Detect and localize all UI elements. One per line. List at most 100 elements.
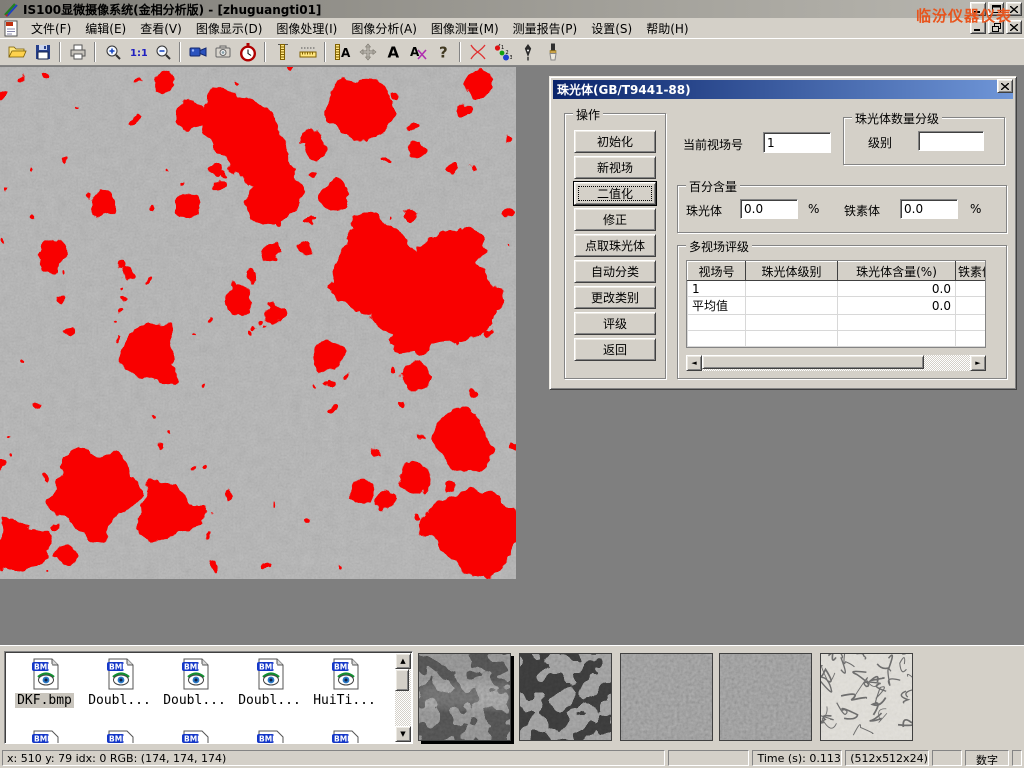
close-button[interactable] xyxy=(1006,2,1022,16)
menu-edit[interactable]: 编辑(E) xyxy=(78,18,133,39)
thumbnail-2[interactable] xyxy=(519,653,612,741)
file-item-dkf[interactable]: BMP DKF.bmp xyxy=(7,658,82,708)
scroll-left-button[interactable]: ◄ xyxy=(686,355,702,371)
micrograph-image[interactable] xyxy=(0,67,516,579)
thumbnail-1[interactable] xyxy=(418,653,511,741)
initialize-button[interactable]: 初始化 xyxy=(574,130,656,153)
file-item-doubl2[interactable]: BMP Doubl... xyxy=(157,658,232,708)
minimize-button[interactable] xyxy=(970,2,986,16)
menu-image-measure[interactable]: 图像测量(M) xyxy=(424,18,506,39)
timer-button[interactable] xyxy=(235,40,260,64)
save-icon xyxy=(34,43,52,61)
svg-text:1:1: 1:1 xyxy=(130,48,147,59)
help-button[interactable]: ? xyxy=(430,40,455,64)
scroll-down-button[interactable]: ▼ xyxy=(395,726,411,742)
file-list-scrollbar[interactable]: ▲ ▼ xyxy=(395,653,411,742)
zoom-in-button[interactable] xyxy=(100,40,125,64)
move-tool-button[interactable] xyxy=(355,40,380,64)
marker-pins-button[interactable]: 123 xyxy=(490,40,515,64)
file-item-doubl3[interactable]: BMP Doubl... xyxy=(232,658,307,708)
scroll-up-button[interactable]: ▲ xyxy=(395,653,411,669)
thumbnail-4[interactable] xyxy=(719,653,812,741)
snapshot-button[interactable] xyxy=(210,40,235,64)
auto-classify-button[interactable]: 自动分类 xyxy=(574,260,656,283)
menu-view[interactable]: 查看(V) xyxy=(133,18,189,39)
pearlite-percent-input[interactable] xyxy=(740,199,798,219)
file-name[interactable]: Doubl... xyxy=(236,693,303,708)
current-field-input[interactable] xyxy=(763,132,831,153)
menu-settings[interactable]: 设置(S) xyxy=(584,18,639,39)
ferrite-percent-input[interactable] xyxy=(900,199,958,219)
curve-tool-button[interactable] xyxy=(465,40,490,64)
scrollbar-thumb[interactable] xyxy=(702,355,924,369)
menu-measure-report[interactable]: 测量报告(P) xyxy=(506,18,585,39)
file-name[interactable]: HuiTi... xyxy=(311,693,378,708)
mdi-restore-button[interactable] xyxy=(988,20,1004,34)
actual-size-button[interactable]: 1:1 xyxy=(125,40,150,64)
scroll-right-button[interactable]: ► xyxy=(970,355,986,371)
file-item[interactable]: BMP xyxy=(7,730,82,744)
line-measure-button[interactable] xyxy=(295,40,320,64)
file-item[interactable]: BMP xyxy=(82,730,157,744)
dialog-title-bar[interactable]: 珠光体(GB/T9441-88) xyxy=(553,80,1013,99)
correct-button[interactable]: 修正 xyxy=(574,208,656,231)
print-button[interactable] xyxy=(65,40,90,64)
table-row[interactable]: 1 0.0 xyxy=(688,281,987,297)
file-item[interactable]: BMP xyxy=(307,730,382,744)
thumbnail-5[interactable] xyxy=(820,653,913,741)
mdi-minimize-button[interactable] xyxy=(970,20,986,34)
table-horizontal-scrollbar[interactable]: ◄ ► xyxy=(686,355,986,371)
file-browser[interactable]: BMP DKF.bmp BMP Doubl... BMP Doubl... BM… xyxy=(4,651,413,744)
file-item[interactable]: BMP xyxy=(157,730,232,744)
save-button[interactable] xyxy=(30,40,55,64)
zoom-in-icon xyxy=(104,43,122,61)
delete-text-button[interactable]: A xyxy=(405,40,430,64)
caliper-measure-button[interactable] xyxy=(270,40,295,64)
move-cross-icon xyxy=(359,43,377,61)
brush-tool-button[interactable] xyxy=(540,40,565,64)
pick-pearlite-button[interactable]: 点取珠光体 xyxy=(574,234,656,257)
video-capture-button[interactable] xyxy=(185,40,210,64)
file-name[interactable]: Doubl... xyxy=(86,693,153,708)
text-tool-button[interactable]: A xyxy=(380,40,405,64)
return-button[interactable]: 返回 xyxy=(574,338,656,361)
file-item-doubl1[interactable]: BMP Doubl... xyxy=(82,658,157,708)
file-item[interactable]: BMP xyxy=(232,730,307,744)
pen-tool-button[interactable] xyxy=(515,40,540,64)
scrollbar-thumb[interactable] xyxy=(395,669,409,691)
minimize-icon xyxy=(974,24,982,31)
svg-text:BMP: BMP xyxy=(184,663,203,672)
binarize-button[interactable]: 二值化 xyxy=(574,182,656,205)
file-name[interactable]: DKF.bmp xyxy=(15,693,74,708)
col-pearlite-content[interactable]: 珠光体含量(%) xyxy=(838,262,956,281)
cursor-position-status: x: 510 y: 79 idx: 0 RGB: (174, 174, 174) xyxy=(2,750,665,766)
col-pearlite-grade[interactable]: 珠光体级别 xyxy=(746,262,838,281)
table-row[interactable]: 平均值 0.0 xyxy=(688,297,987,315)
menu-file[interactable]: 文件(F) xyxy=(24,18,78,39)
change-class-button[interactable]: 更改类别 xyxy=(574,286,656,309)
annotate-measure-button[interactable]: A xyxy=(330,40,355,64)
dialog-close-button[interactable] xyxy=(997,79,1013,93)
file-name[interactable]: Doubl... xyxy=(161,693,228,708)
thumbnail-3[interactable] xyxy=(620,653,713,741)
mdi-close-button[interactable] xyxy=(1006,20,1022,34)
zoom-out-button[interactable] xyxy=(150,40,175,64)
menu-image-display[interactable]: 图像显示(D) xyxy=(189,18,270,39)
menu-image-analysis[interactable]: 图像分析(A) xyxy=(344,18,424,39)
status-bar: x: 510 y: 79 idx: 0 RGB: (174, 174, 174)… xyxy=(0,748,1024,768)
grade-input[interactable] xyxy=(918,131,984,151)
rating-table[interactable]: 视场号 珠光体级别 珠光体含量(%) 铁素体含量(%) 1 0.0 xyxy=(686,260,986,348)
col-field-number[interactable]: 视场号 xyxy=(688,262,746,281)
bmp-file-icon: BMP xyxy=(329,658,361,690)
new-field-button[interactable]: 新视场 xyxy=(574,156,656,179)
rate-button[interactable]: 评级 xyxy=(574,312,656,335)
file-item-huiti[interactable]: BMP HuiTi... xyxy=(307,658,382,708)
menu-image-processing[interactable]: 图像处理(I) xyxy=(269,18,344,39)
col-ferrite-content[interactable]: 铁素体含量(%) xyxy=(956,262,987,281)
cell-pearlite: 0.0 xyxy=(838,281,956,297)
table-row-empty xyxy=(688,331,987,347)
maximize-button[interactable] xyxy=(988,2,1004,16)
open-button[interactable] xyxy=(5,40,30,64)
menu-help[interactable]: 帮助(H) xyxy=(639,18,695,39)
document-icon[interactable] xyxy=(3,20,20,37)
